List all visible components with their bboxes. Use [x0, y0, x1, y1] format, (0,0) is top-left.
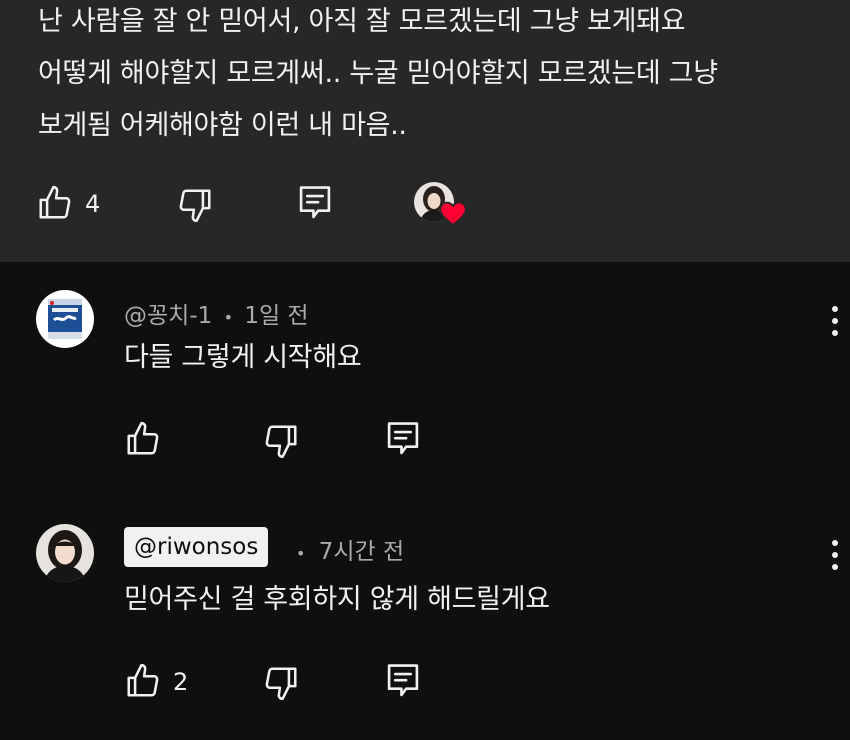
avatar[interactable] [36, 524, 94, 582]
thumbs-down-icon[interactable] [176, 186, 214, 224]
comment-text: 다들 그렇게 시작해요 [124, 342, 362, 373]
thumbs-down-icon[interactable] [262, 664, 300, 702]
comment-meta: • 7시간 전 [296, 532, 404, 566]
comment-time[interactable]: 7시간 전 [319, 539, 404, 565]
comment-line-3: 보게됨 어케해야함 이런 내 마음.. [38, 110, 407, 141]
thumbs-down-icon[interactable] [262, 422, 300, 460]
like-count: 2 [173, 668, 189, 696]
comment-time[interactable]: 1일 전 [244, 303, 308, 329]
author-handle[interactable]: @꽁치-1 [124, 303, 212, 329]
meta-separator: • [296, 544, 306, 563]
more-options-icon[interactable] [828, 538, 842, 576]
comment-line-2: 어떻게 해야할지 모르게써.. 누굴 믿어야할지 모르겠는데 그냥 [38, 58, 718, 89]
avatar[interactable] [36, 290, 94, 348]
thumbs-up-icon[interactable] [124, 420, 162, 458]
comment-text: 믿어주신 걸 후회하지 않게 해드릴게요 [124, 584, 550, 615]
like-count: 4 [85, 190, 101, 218]
reply-icon[interactable] [386, 662, 420, 700]
thumbs-up-icon[interactable] [36, 184, 74, 222]
reply-icon[interactable] [298, 184, 332, 222]
highlighted-comment: 난 사람을 잘 안 믿어서, 아직 잘 모르겠는데 그냥 보게돼요 어떻게 해야… [0, 0, 850, 262]
meta-separator: • [223, 308, 234, 327]
heart-icon [439, 200, 467, 230]
reply-icon[interactable] [386, 420, 420, 458]
comment-line-1: 난 사람을 잘 안 믿어서, 아직 잘 모르겠는데 그냥 보게돼요 [38, 6, 686, 37]
comment-author[interactable]: @꽁치-1 • 1일 전 [124, 296, 309, 330]
thumbs-up-icon[interactable] [124, 662, 162, 700]
more-options-icon[interactable] [828, 304, 842, 342]
author-handle-chip[interactable]: @riwonsos [124, 527, 269, 567]
